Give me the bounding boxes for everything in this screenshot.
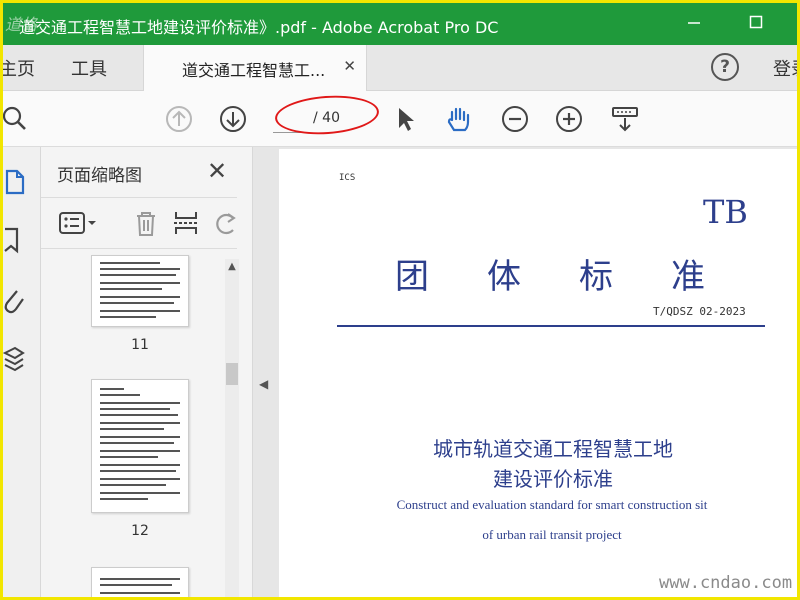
- arrow-up-icon: [166, 106, 192, 132]
- next-page-button[interactable]: [217, 103, 249, 135]
- main-title: 团体标准: [395, 257, 763, 297]
- thumbnail-page-number: 11: [131, 337, 149, 353]
- close-tab-icon[interactable]: ✕: [343, 57, 356, 75]
- page-thumbnails-panel: 页面缩略图 ✕ 11 12 ▲: [41, 147, 253, 597]
- site-watermark: www.cndao.com: [659, 573, 793, 593]
- minimize-button[interactable]: [679, 11, 709, 37]
- hand-icon: [447, 107, 470, 132]
- zoom-out-icon: [502, 106, 528, 132]
- page-thumbnails-icon: [5, 169, 25, 195]
- document-tab-label: 道交通工程智慧工...: [182, 61, 326, 80]
- thumbnail-scrollbar[interactable]: ▲: [225, 259, 239, 597]
- delete-pages-button[interactable]: [131, 208, 161, 238]
- page-thumbnail[interactable]: [91, 255, 189, 327]
- tab-document[interactable]: 道交通工程智慧工... ✕: [143, 45, 367, 91]
- collapse-panel-icon[interactable]: ◀: [259, 377, 268, 391]
- close-panel-icon[interactable]: ✕: [207, 157, 227, 185]
- options-button[interactable]: [57, 208, 96, 238]
- search-button[interactable]: [3, 103, 31, 135]
- navigation-rail: [3, 147, 41, 597]
- insert-page-icon: [174, 212, 198, 234]
- thumbnail-toolbar: [41, 197, 237, 249]
- minimize-icon: [688, 22, 700, 24]
- page-display-button[interactable]: [609, 103, 641, 135]
- scrollbar-handle[interactable]: [226, 363, 238, 385]
- main-toolbar: / 40: [3, 91, 797, 147]
- panel-title: 页面缩略图: [57, 166, 142, 186]
- application-window: 道格 道交通工程智慧工地建设评价标准》.pdf - Adobe Acrobat …: [0, 0, 800, 600]
- layers-icon: [3, 346, 25, 372]
- bookmarks-pane-button[interactable]: [3, 225, 29, 257]
- maximize-icon: [749, 15, 763, 29]
- tab-tools[interactable]: 工具: [71, 55, 107, 81]
- window-title: 道交通工程智慧工地建设评价标准》.pdf - Adobe Acrobat Pro…: [19, 18, 499, 37]
- attachments-pane-button[interactable]: [3, 285, 29, 317]
- maximize-button[interactable]: [741, 11, 771, 37]
- page-thumbnail[interactable]: [91, 567, 189, 597]
- arrow-down-icon: [220, 106, 246, 132]
- title-bar: 道格 道交通工程智慧工地建设评价标准》.pdf - Adobe Acrobat …: [3, 3, 797, 45]
- thumbnails-pane-button[interactable]: [3, 167, 29, 199]
- keyboard-scroll-icon: [612, 107, 638, 132]
- paperclip-icon: [4, 290, 24, 314]
- bookmark-icon: [4, 227, 19, 254]
- english-title-line-1: Construct and evaluation standard for sm…: [396, 497, 708, 512]
- trash-icon: [137, 212, 155, 236]
- standard-number: T/QDSZ 02-2023: [653, 305, 746, 318]
- page-thumbnail[interactable]: [91, 379, 189, 513]
- rotate-page-button[interactable]: [211, 208, 241, 238]
- help-icon[interactable]: ?: [711, 53, 739, 81]
- insert-page-button[interactable]: [171, 208, 201, 238]
- standard-code: TB: [703, 193, 748, 231]
- hand-tool-button[interactable]: [443, 103, 475, 135]
- rotate-icon: [216, 213, 236, 235]
- thumbnail-page-number: 12: [131, 523, 149, 539]
- chinese-title-line-1: 城市轨道交通工程智慧工地: [433, 437, 673, 461]
- previous-page-button[interactable]: [163, 103, 195, 135]
- options-menu-icon: [59, 212, 96, 234]
- layers-pane-button[interactable]: [3, 343, 29, 375]
- pdf-page: ICS TB 团体标准 T/QDSZ 02-2023 城市轨道交通工程智慧工地 …: [279, 149, 797, 597]
- zoom-in-icon: [556, 106, 582, 132]
- zoom-out-button[interactable]: [499, 103, 531, 135]
- select-tool-button[interactable]: [389, 103, 421, 135]
- chinese-title-line-2: 建设评价标准: [493, 467, 613, 491]
- english-title-line-2: of urban rail transit project: [482, 527, 622, 542]
- search-icon: [3, 106, 26, 130]
- scroll-up-icon[interactable]: ▲: [225, 261, 239, 275]
- cursor-arrow-icon: [399, 108, 414, 131]
- signin-link[interactable]: 登录: [773, 55, 797, 81]
- tab-bar: 主页 工具 道交通工程智慧工... ✕ ? 登录: [3, 45, 797, 91]
- ics-label: ICS: [339, 173, 356, 183]
- title-rule: [337, 325, 765, 327]
- tab-home[interactable]: 主页: [3, 55, 35, 81]
- zoom-in-button[interactable]: [553, 103, 585, 135]
